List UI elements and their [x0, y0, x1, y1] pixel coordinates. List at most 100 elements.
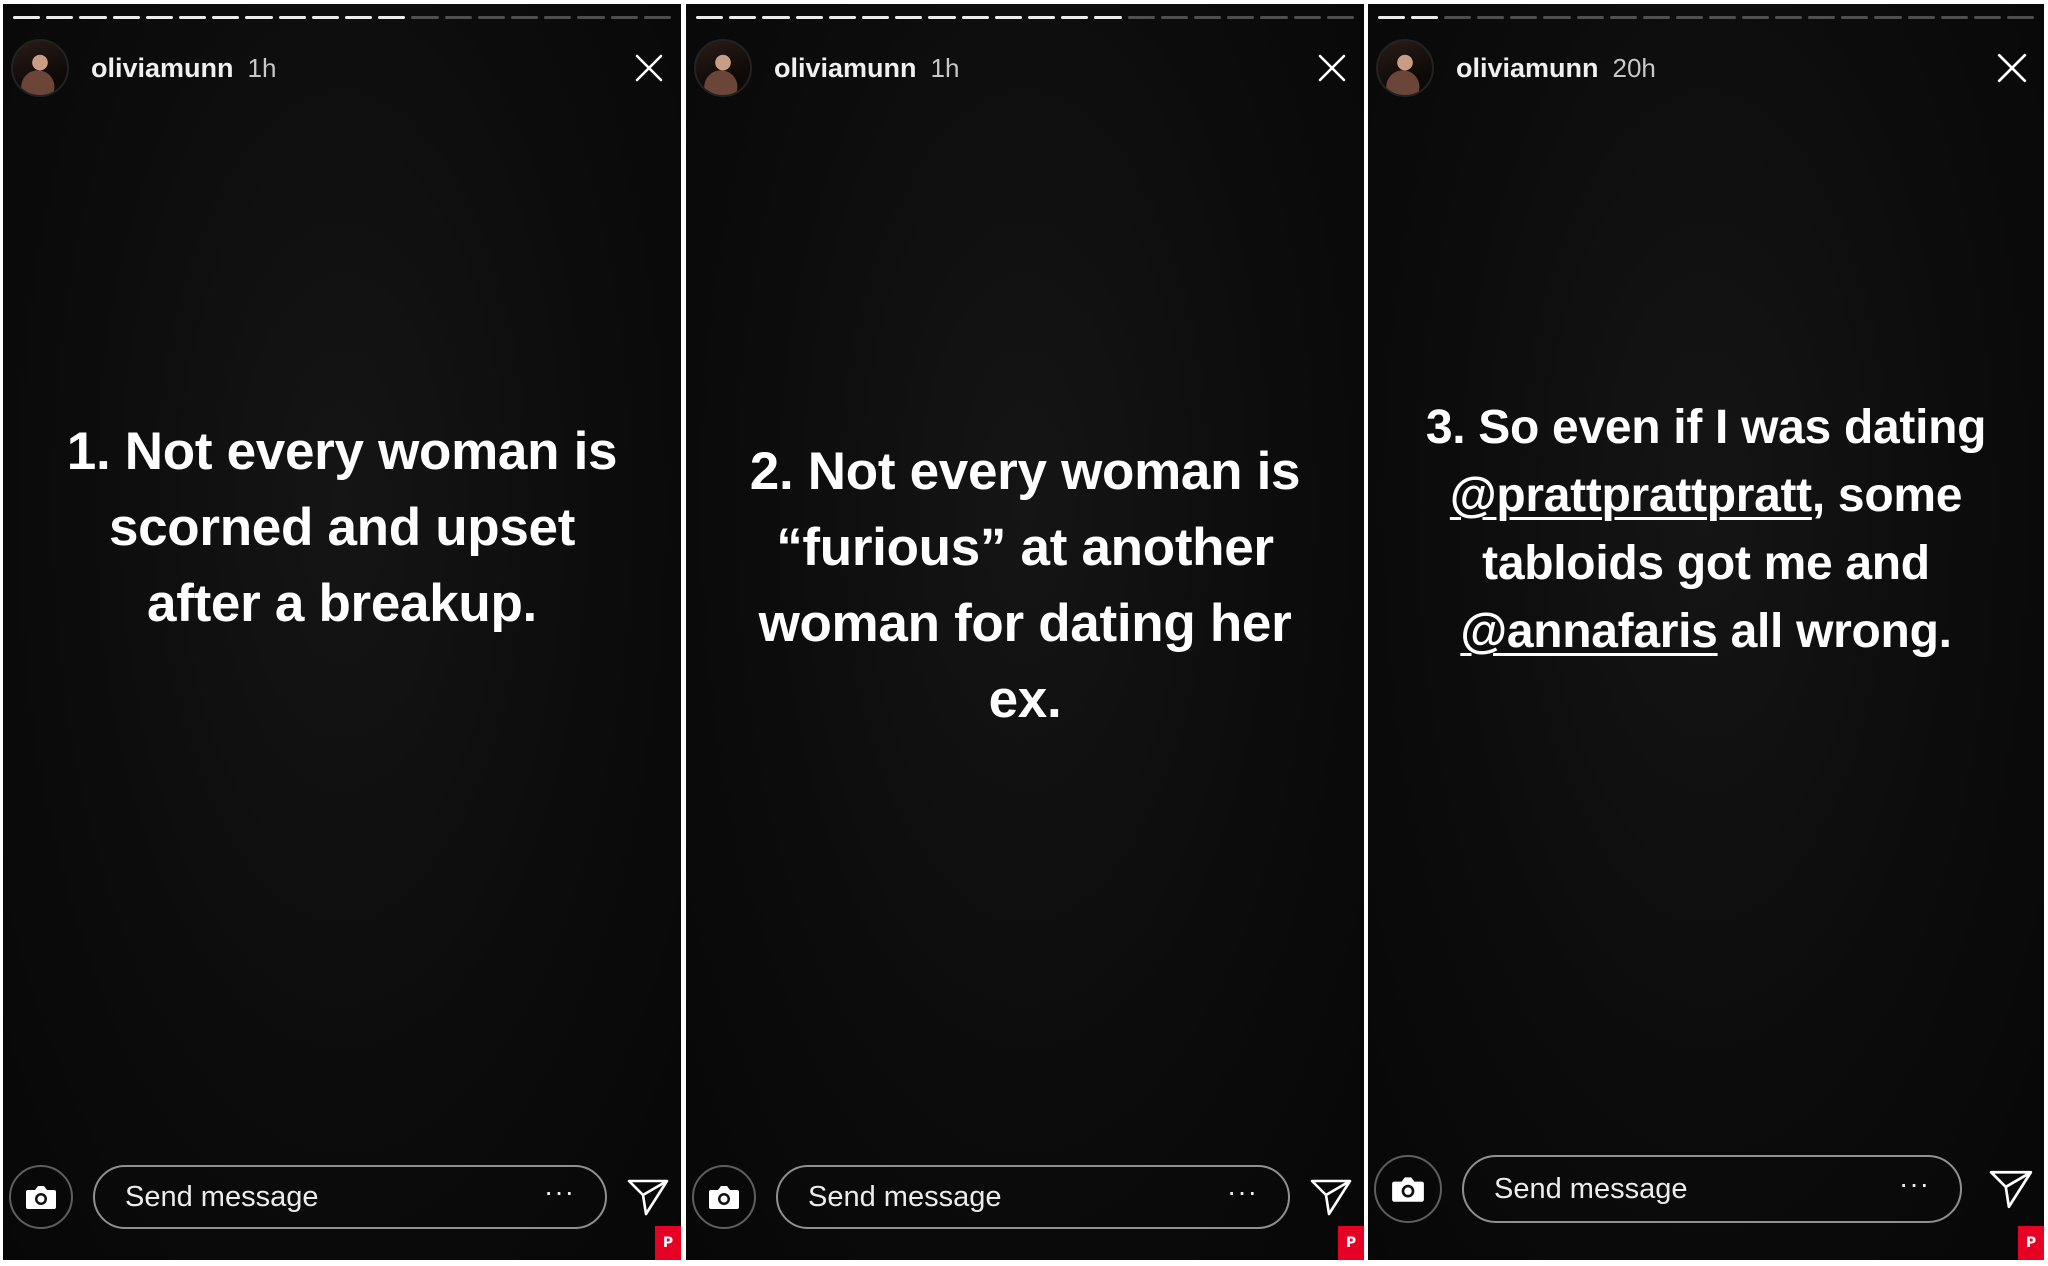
- progress-segment: [1477, 16, 1505, 19]
- progress-segment: [1127, 16, 1155, 19]
- story-line: woman for dating her: [758, 594, 1292, 653]
- story-text: 1. Not every woman is scorned and upset …: [23, 414, 661, 642]
- message-placeholder: Send message: [808, 1180, 1002, 1213]
- story-footer: Send message ···: [1374, 1154, 2036, 1224]
- progress-segment: [1808, 16, 1836, 19]
- story-line: tabloids got me and: [1388, 530, 2024, 598]
- mention-link[interactable]: @annafaris: [1460, 605, 1718, 658]
- story-panel-2: oliviamunn 1h 2. Not every woman is “fur…: [686, 4, 1364, 1260]
- username[interactable]: oliviamunn: [91, 53, 234, 84]
- progress-segment: [477, 16, 506, 19]
- progress-segment: [895, 16, 923, 19]
- progress-segment: [1094, 16, 1122, 19]
- progress-segment: [1028, 16, 1056, 19]
- progress-segment: [511, 16, 539, 19]
- timestamp: 20h: [1612, 52, 1656, 83]
- avatar[interactable]: [694, 39, 752, 97]
- story-progress-bar: [13, 16, 672, 20]
- send-message-input[interactable]: Send message ···: [1462, 1155, 1962, 1223]
- more-icon[interactable]: ···: [544, 1178, 575, 1206]
- pinterest-icon[interactable]: P: [655, 1226, 681, 1260]
- story-footer: Send message ···: [9, 1162, 673, 1232]
- progress-segment: [1378, 16, 1406, 19]
- progress-segment: [544, 16, 572, 19]
- story-line: “furious” at another: [776, 518, 1274, 577]
- progress-segment: [179, 16, 207, 19]
- story-panel-1: oliviamunn 1h 1. Not every woman is scor…: [3, 4, 681, 1260]
- story-line: ex.: [988, 670, 1062, 729]
- progress-segment: [1510, 16, 1538, 19]
- progress-segment: [1260, 16, 1288, 19]
- story-line: @prattprattpratt, some: [1388, 462, 2024, 530]
- progress-segment: [1940, 16, 1968, 19]
- progress-segment: [1642, 16, 1670, 19]
- progress-segment: [1543, 16, 1571, 19]
- progress-segment: [1742, 16, 1770, 19]
- camera-icon[interactable]: [1374, 1155, 1442, 1223]
- progress-segment: [1874, 16, 1902, 19]
- progress-segment: [928, 16, 956, 19]
- avatar[interactable]: [11, 39, 69, 97]
- progress-segment: [1973, 16, 2001, 19]
- progress-segment: [1227, 16, 1255, 19]
- more-icon[interactable]: ···: [1227, 1178, 1258, 1206]
- send-icon[interactable]: [1986, 1164, 2036, 1214]
- progress-segment: [762, 16, 790, 19]
- progress-segment: [1675, 16, 1703, 19]
- username[interactable]: oliviamunn: [774, 53, 917, 84]
- progress-segment: [1576, 16, 1604, 19]
- progress-segment: [729, 16, 757, 19]
- story-progress-bar: [696, 16, 1355, 20]
- mention-link[interactable]: @prattprattpratt: [1450, 469, 1812, 522]
- progress-segment: [994, 16, 1023, 19]
- progress-segment: [643, 16, 672, 19]
- story-text-segment: all wrong.: [1717, 605, 1952, 658]
- progress-segment: [311, 16, 340, 19]
- progress-segment: [862, 16, 890, 19]
- progress-segment: [444, 16, 472, 19]
- pinterest-icon[interactable]: P: [2018, 1226, 2044, 1260]
- avatar[interactable]: [1376, 39, 1434, 97]
- progress-segment: [1841, 16, 1869, 19]
- progress-segment: [2006, 16, 2034, 19]
- send-icon[interactable]: [623, 1172, 673, 1222]
- progress-segment: [245, 16, 273, 19]
- timestamp: 1h: [930, 52, 960, 83]
- camera-icon[interactable]: [692, 1165, 756, 1229]
- username[interactable]: oliviamunn: [1456, 53, 1599, 84]
- close-icon[interactable]: [625, 44, 673, 92]
- story-text: 2. Not every woman is “furious” at anoth…: [706, 434, 1344, 738]
- story-line: scorned and upset: [108, 498, 576, 557]
- more-icon[interactable]: ···: [1899, 1170, 1930, 1198]
- progress-segment: [145, 16, 174, 19]
- progress-segment: [1326, 16, 1355, 19]
- progress-segment: [1444, 16, 1472, 19]
- story-header: oliviamunn 1h: [11, 38, 673, 98]
- message-placeholder: Send message: [125, 1180, 319, 1213]
- message-placeholder: Send message: [1494, 1172, 1688, 1205]
- story-panel-3: oliviamunn 20h 3. So even if I was datin…: [1368, 4, 2044, 1260]
- camera-icon[interactable]: [9, 1165, 73, 1229]
- progress-segment: [278, 16, 306, 19]
- progress-segment: [828, 16, 857, 19]
- progress-segment: [13, 16, 41, 19]
- progress-segment: [378, 16, 406, 19]
- close-icon[interactable]: [1988, 44, 2036, 92]
- send-message-input[interactable]: Send message ···: [776, 1165, 1290, 1229]
- progress-segment: [696, 16, 724, 19]
- send-icon[interactable]: [1306, 1172, 1356, 1222]
- progress-segment: [345, 16, 373, 19]
- progress-segment: [411, 16, 439, 19]
- story-line: 1. Not every woman is: [66, 422, 618, 481]
- story-line: @annafaris all wrong.: [1388, 598, 2024, 666]
- pinterest-icon[interactable]: P: [1338, 1226, 1364, 1260]
- close-icon[interactable]: [1308, 44, 1356, 92]
- progress-segment: [610, 16, 638, 19]
- send-message-input[interactable]: Send message ···: [93, 1165, 607, 1229]
- story-text-segment: tabloids got me and: [1482, 537, 1930, 590]
- story-text-segment: , some: [1811, 469, 1963, 522]
- progress-segment: [795, 16, 823, 19]
- story-footer: Send message ···: [692, 1162, 1356, 1232]
- story-progress-bar: [1378, 16, 2034, 20]
- progress-segment: [1775, 16, 1803, 19]
